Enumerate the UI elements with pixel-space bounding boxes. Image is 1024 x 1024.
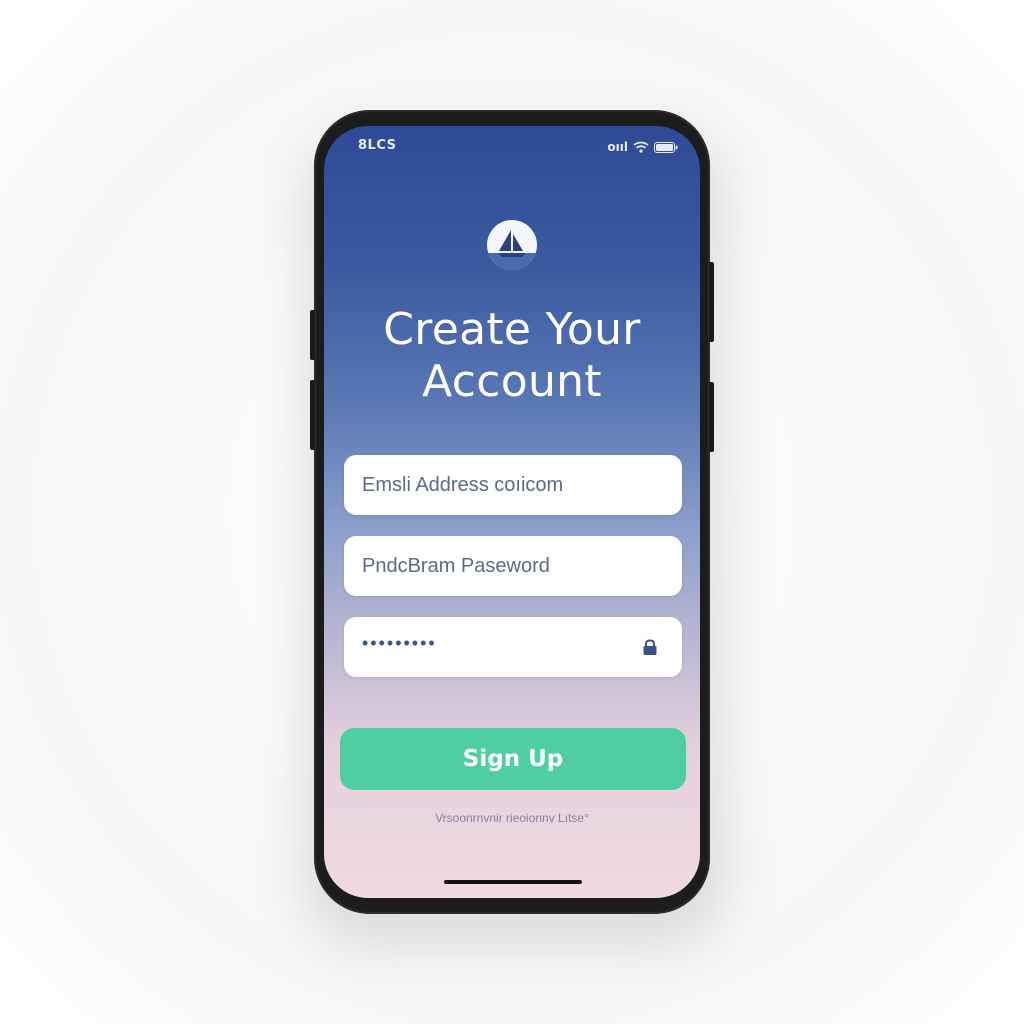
footer-link[interactable]: Vrsoonrnvnir rieoionnv Lıtse° [324, 811, 700, 825]
wifi-icon [633, 141, 649, 153]
page-title: Create Your Account [324, 304, 700, 408]
password-field[interactable]: PndcBram Paseword [344, 536, 682, 596]
network-label: ᴏııl [607, 140, 628, 154]
status-time: 8LCS [358, 138, 397, 153]
phone-screen: 8LCS ᴏııl Create Your Account Emsli Addr… [324, 126, 700, 898]
confirm-password-field[interactable]: ••••••••• [344, 617, 682, 677]
confirm-password-value: ••••••••• [362, 632, 437, 653]
status-icons: ᴏııl [607, 140, 678, 154]
home-indicator[interactable] [444, 880, 582, 884]
app-logo [487, 220, 537, 270]
title-line-2: Account [422, 356, 602, 407]
side-button-left-2 [310, 380, 315, 450]
email-field[interactable]: Emsli Address coıicom [344, 455, 682, 515]
sailboat-icon [487, 230, 537, 270]
side-button-right-1 [709, 262, 714, 342]
stage: 8LCS ᴏııl Create Your Account Emsli Addr… [0, 0, 1024, 1024]
title-line-1: Create Your [383, 304, 641, 355]
phone-frame: 8LCS ᴏııl Create Your Account Emsli Addr… [310, 110, 714, 914]
password-placeholder: PndcBram Paseword [362, 554, 550, 577]
side-button-right-2 [709, 382, 714, 452]
lock-icon[interactable] [642, 639, 658, 656]
battery-icon [654, 141, 678, 153]
sign-up-button[interactable]: Sign Up [340, 728, 686, 790]
email-placeholder: Emsli Address coıicom [362, 473, 564, 496]
side-button-left-1 [310, 310, 315, 360]
